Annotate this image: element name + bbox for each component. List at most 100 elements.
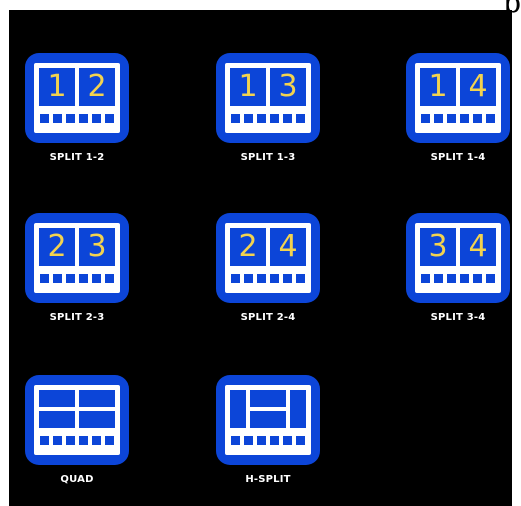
layout-label: SPLIT 3-4: [430, 312, 486, 323]
dot: [231, 274, 240, 283]
pane-center-top: [250, 390, 286, 407]
pane-top-left: [39, 390, 75, 407]
screen-preview: 3 4: [415, 223, 501, 293]
dot: [473, 274, 482, 283]
pane-center-bottom: [250, 411, 286, 428]
dot: [92, 114, 101, 123]
pane-top-right: [79, 390, 115, 407]
dot: [231, 114, 240, 123]
dot: [270, 274, 279, 283]
dot: [105, 274, 114, 283]
dot: [447, 274, 456, 283]
dot: [66, 114, 75, 123]
dot: [486, 114, 495, 123]
screen-preview: 2 3: [34, 223, 120, 293]
dot: [66, 274, 75, 283]
split-layout-icon[interactable]: 1 3: [216, 53, 320, 143]
dot: [270, 436, 279, 445]
layout-label: SPLIT 2-3: [49, 312, 105, 323]
layout-option-split-1-3[interactable]: 1 3 SPLIT 1-3: [216, 53, 320, 171]
dot: [66, 436, 75, 445]
dot: [231, 436, 240, 445]
dot: [53, 114, 62, 123]
dot: [40, 114, 49, 123]
split-layout-icon[interactable]: 1 2: [25, 53, 129, 143]
layout-picker-panel: 1 2 SPLIT 1-2 1 3 SPLIT 1-3 1 4 SPLIT 1-…: [9, 10, 512, 506]
layout-label: QUAD: [60, 474, 94, 485]
button-row-icon: [231, 274, 305, 283]
dot: [257, 274, 266, 283]
dot: [296, 274, 305, 283]
layout-option-split-3-4[interactable]: 3 4 SPLIT 3-4: [406, 213, 510, 331]
layout-option-split-1-4[interactable]: 1 4 SPLIT 1-4: [406, 53, 510, 171]
button-row-icon: [40, 114, 114, 123]
dot: [40, 436, 49, 445]
h-split-layout-icon[interactable]: [216, 375, 320, 465]
pane-left-number: 3: [420, 228, 456, 266]
dot: [434, 274, 443, 283]
split-layout-icon[interactable]: 2 4: [216, 213, 320, 303]
dot: [79, 274, 88, 283]
dot: [257, 114, 266, 123]
dot: [79, 436, 88, 445]
pane-left-number: 1: [420, 68, 456, 106]
dot: [283, 114, 292, 123]
button-row-icon: [40, 436, 114, 445]
layout-option-h-split[interactable]: H-SPLIT: [216, 375, 320, 493]
screen-preview: 1 2: [34, 63, 120, 133]
dot: [283, 274, 292, 283]
button-row-icon: [421, 114, 495, 123]
pane-right-number: 4: [460, 228, 496, 266]
pane-left-number: 2: [39, 228, 75, 266]
pane-left-column: [230, 390, 246, 428]
dot: [53, 436, 62, 445]
screen-preview: [34, 385, 120, 455]
dot: [40, 274, 49, 283]
layout-option-split-2-3[interactable]: 2 3 SPLIT 2-3: [25, 213, 129, 331]
dot: [447, 114, 456, 123]
quad-layout-icon[interactable]: [25, 375, 129, 465]
split-layout-icon[interactable]: 3 4: [406, 213, 510, 303]
dot: [257, 436, 266, 445]
layout-label: SPLIT 2-4: [240, 312, 296, 323]
pane-left-number: 1: [39, 68, 75, 106]
pane-right-column: [290, 390, 306, 428]
dot: [270, 114, 279, 123]
button-row-icon: [421, 274, 495, 283]
split-layout-icon[interactable]: 1 4: [406, 53, 510, 143]
dot: [244, 114, 253, 123]
layout-label: SPLIT 1-4: [430, 152, 486, 163]
button-row-icon: [231, 436, 305, 445]
layout-option-split-1-2[interactable]: 1 2 SPLIT 1-2: [25, 53, 129, 171]
pane-right-number: 3: [270, 68, 306, 106]
split-layout-icon[interactable]: 2 3: [25, 213, 129, 303]
dot: [105, 436, 114, 445]
pane-bottom-left: [39, 411, 75, 428]
dot: [486, 274, 495, 283]
screen-preview: 1 3: [225, 63, 311, 133]
layout-option-split-2-4[interactable]: 2 4 SPLIT 2-4: [216, 213, 320, 331]
top-strip: p: [0, 0, 521, 19]
dot: [296, 436, 305, 445]
pane-right-number: 2: [79, 68, 115, 106]
dot: [421, 274, 430, 283]
dot: [421, 114, 430, 123]
button-row-icon: [40, 274, 114, 283]
pane-right-number: 3: [79, 228, 115, 266]
dot: [79, 114, 88, 123]
dot: [473, 114, 482, 123]
screen-preview: [225, 385, 311, 455]
dot: [434, 114, 443, 123]
screen-preview: 2 4: [225, 223, 311, 293]
dot: [460, 114, 469, 123]
pane-bottom-right: [79, 411, 115, 428]
pane-right-number: 4: [460, 68, 496, 106]
dot: [244, 274, 253, 283]
dot: [105, 114, 114, 123]
pane-right-number: 4: [270, 228, 306, 266]
layout-label: SPLIT 1-2: [49, 152, 105, 163]
layout-label: H-SPLIT: [245, 474, 291, 485]
button-row-icon: [231, 114, 305, 123]
layout-label: SPLIT 1-3: [240, 152, 296, 163]
layout-option-quad[interactable]: QUAD: [25, 375, 129, 493]
